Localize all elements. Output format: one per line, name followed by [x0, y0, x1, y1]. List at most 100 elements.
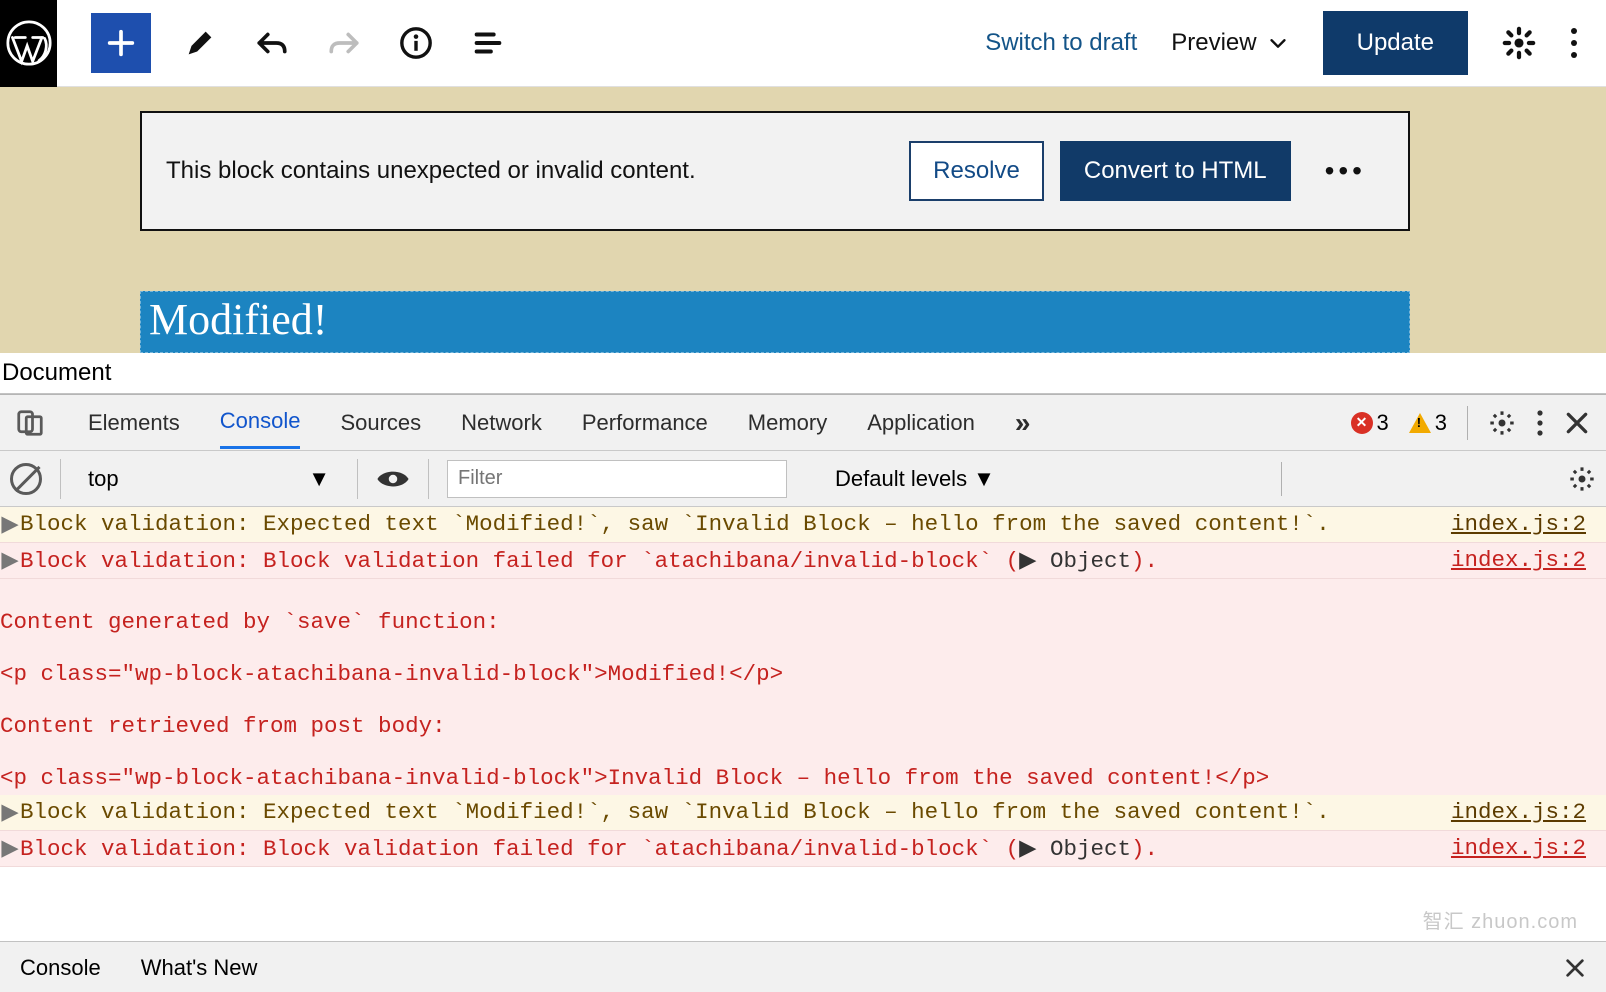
chevron-down-icon: ▼ — [308, 466, 330, 492]
gear-icon — [1488, 409, 1516, 437]
wp-right-controls: Switch to draft Preview Update — [985, 11, 1606, 75]
preview-dropdown[interactable]: Preview — [1171, 29, 1288, 57]
expand-arrow-icon[interactable]: ▶ — [0, 547, 20, 574]
more-options-button[interactable] — [1570, 26, 1578, 60]
warning-count: 3 — [1435, 410, 1447, 436]
close-icon — [1564, 410, 1590, 436]
wp-logo[interactable] — [0, 0, 57, 87]
devtools-more-button[interactable] — [1536, 409, 1544, 437]
devtools-tabs-right: ✕3 3 — [1351, 406, 1606, 440]
console-message: Block validation: Expected text `Modifie… — [20, 511, 1451, 537]
tab-performance[interactable]: Performance — [582, 398, 708, 448]
source-link[interactable]: index.js:2 — [1451, 799, 1600, 825]
close-icon — [1564, 957, 1586, 979]
add-block-button[interactable] — [91, 13, 151, 73]
console-toolbar: top ▼ Default levels ▼ — [0, 451, 1606, 507]
document-breadcrumb[interactable]: Document — [0, 353, 1606, 394]
console-output[interactable]: ▶Block validation: Expected text `Modifi… — [0, 507, 1606, 941]
console-warning-row[interactable]: ▶Block validation: Expected text `Modifi… — [0, 795, 1606, 831]
drawer-tab-whatsnew[interactable]: What's New — [141, 955, 258, 981]
inspect-icon — [15, 408, 45, 438]
expand-arrow-icon[interactable]: ▶ — [0, 799, 20, 826]
edit-mode-button[interactable] — [177, 20, 223, 66]
expand-arrow-icon[interactable]: ▶ — [0, 511, 20, 538]
redo-icon — [324, 26, 364, 60]
tab-sources[interactable]: Sources — [340, 398, 421, 448]
warning-text: This block contains unexpected or invali… — [166, 157, 696, 185]
context-selector[interactable]: top ▼ — [79, 461, 339, 497]
console-error-row[interactable]: ▶Block validation: Block validation fail… — [0, 543, 1606, 579]
redo-button[interactable] — [321, 20, 367, 66]
chevron-down-icon — [1267, 32, 1289, 54]
convert-html-button[interactable]: Convert to HTML — [1060, 141, 1291, 201]
list-icon — [471, 26, 505, 60]
live-expression-button[interactable] — [376, 467, 410, 491]
invalid-block-warning: This block contains unexpected or invali… — [140, 111, 1410, 231]
context-label: top — [88, 466, 119, 492]
wp-top-toolbar: Switch to draft Preview Update — [0, 0, 1606, 87]
console-settings-button[interactable] — [1568, 465, 1596, 493]
drawer-tab-console[interactable]: Console — [20, 955, 101, 981]
settings-button[interactable] — [1502, 26, 1536, 60]
separator — [1281, 462, 1282, 496]
devtools-close-button[interactable] — [1564, 410, 1590, 436]
tab-application[interactable]: Application — [867, 398, 975, 448]
console-filter-input[interactable] — [447, 460, 787, 498]
expand-arrow-icon[interactable]: ▶ — [0, 835, 20, 862]
switch-to-draft-link[interactable]: Switch to draft — [985, 29, 1137, 57]
kebab-icon — [1570, 26, 1578, 60]
log-levels-dropdown[interactable]: Default levels ▼ — [835, 466, 995, 492]
wp-tool-group — [91, 13, 511, 73]
undo-button[interactable] — [249, 20, 295, 66]
block-more-button[interactable]: ••• — [1307, 155, 1384, 187]
eye-icon — [376, 467, 410, 491]
error-badge[interactable]: ✕3 — [1351, 410, 1389, 436]
inspect-element-button[interactable] — [12, 408, 48, 438]
selected-block-content[interactable]: Modified! — [140, 291, 1410, 353]
tab-network[interactable]: Network — [461, 398, 542, 448]
object-expander[interactable]: ▶ Object — [1019, 836, 1131, 862]
preview-label: Preview — [1171, 29, 1256, 57]
info-icon — [399, 26, 433, 60]
outline-button[interactable] — [465, 20, 511, 66]
drawer-close-button[interactable] — [1564, 957, 1586, 979]
error-count: 3 — [1377, 410, 1389, 436]
separator — [1467, 406, 1468, 440]
source-link[interactable]: index.js:2 — [1451, 547, 1600, 573]
tabs-overflow[interactable]: » — [1015, 395, 1031, 451]
undo-icon — [252, 26, 292, 60]
console-error-row[interactable]: ▶Block validation: Block validation fail… — [0, 831, 1606, 867]
plus-icon — [104, 26, 138, 60]
devtools-panel: Elements Console Sources Network Perform… — [0, 394, 1606, 992]
warning-icon — [1409, 413, 1431, 433]
resolve-button[interactable]: Resolve — [909, 141, 1044, 201]
devtools-settings-button[interactable] — [1488, 409, 1516, 437]
wordpress-icon — [6, 20, 52, 66]
clear-console-button[interactable] — [10, 463, 42, 495]
devtools-tabs: Elements Console Sources Network Perform… — [0, 395, 1606, 451]
tab-elements[interactable]: Elements — [88, 398, 180, 448]
gear-icon — [1568, 465, 1596, 493]
console-warning-row[interactable]: ▶Block validation: Expected text `Modifi… — [0, 507, 1606, 543]
console-error-block: Content generated by `save` function: <p… — [0, 579, 1606, 795]
separator — [60, 459, 61, 499]
source-link[interactable]: index.js:2 — [1451, 835, 1600, 861]
tab-console[interactable]: Console — [220, 396, 301, 449]
source-link[interactable]: index.js:2 — [1451, 511, 1600, 537]
pencil-icon — [183, 26, 217, 60]
devtools-drawer: Console What's New — [0, 941, 1606, 992]
update-button[interactable]: Update — [1323, 11, 1468, 75]
error-icon: ✕ — [1351, 412, 1373, 434]
warning-badge[interactable]: 3 — [1409, 410, 1447, 436]
tab-memory[interactable]: Memory — [748, 398, 827, 448]
kebab-icon — [1536, 409, 1544, 437]
gear-icon — [1502, 26, 1536, 60]
editor-canvas: This block contains unexpected or invali… — [0, 87, 1606, 353]
info-button[interactable] — [393, 20, 439, 66]
separator — [428, 459, 429, 499]
object-expander[interactable]: ▶ Object — [1019, 548, 1131, 574]
warning-actions: Resolve Convert to HTML ••• — [909, 141, 1384, 201]
separator — [357, 459, 358, 499]
console-message: Block validation: Block validation faile… — [20, 547, 1451, 574]
console-message: Block validation: Expected text `Modifie… — [20, 799, 1451, 825]
